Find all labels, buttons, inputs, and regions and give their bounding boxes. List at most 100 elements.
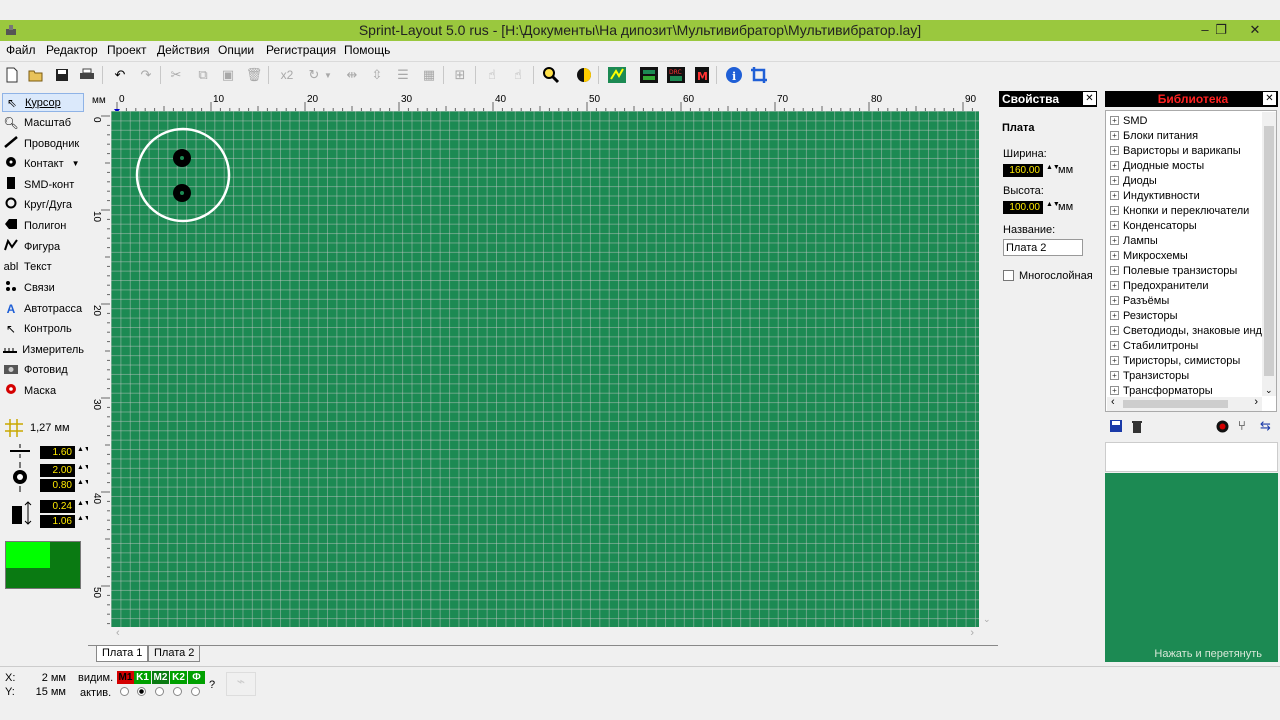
expand-icon[interactable]: + xyxy=(1110,176,1119,185)
expand-icon[interactable]: + xyxy=(1110,206,1119,215)
vertical-scrollbar[interactable]: ⌄ xyxy=(980,111,994,627)
library-item[interactable]: + Предохранители xyxy=(1110,278,1209,293)
lock-icon[interactable]: ☝ xyxy=(482,65,502,85)
library-search[interactable] xyxy=(1105,442,1278,472)
refresh-icon[interactable]: ⇆ xyxy=(1260,418,1271,434)
open-icon[interactable] xyxy=(26,65,46,85)
layer-visible-toggle[interactable]: M1 xyxy=(117,671,134,684)
save-icon[interactable] xyxy=(52,65,72,85)
tool-zoom[interactable]: 🔍︎ Масштаб xyxy=(2,113,84,132)
tab-board-1[interactable]: Плата 1 xyxy=(96,646,149,662)
macro-icon[interactable]: M xyxy=(692,65,712,85)
library-item[interactable]: + Диоды xyxy=(1110,173,1157,188)
chevron-down-icon[interactable]: ▼ xyxy=(72,159,80,168)
expand-icon[interactable]: + xyxy=(1110,251,1119,260)
cut-icon[interactable]: ✂ xyxy=(166,65,186,85)
expand-icon[interactable]: + xyxy=(1110,341,1119,350)
scroll-down-icon[interactable]: ⌄ xyxy=(1265,385,1273,396)
restore-button[interactable]: ❐ xyxy=(1206,20,1236,40)
unlock-icon[interactable]: ☝ xyxy=(508,65,528,85)
component-icon[interactable]: ⑂ xyxy=(1238,418,1246,433)
library-item[interactable]: + Тиристоры, симисторы xyxy=(1110,353,1240,368)
chevron-down-icon[interactable]: ▼ xyxy=(322,65,334,85)
horizontal-scrollbar[interactable]: ‹ › xyxy=(111,627,979,641)
grid-icon[interactable]: ▦ xyxy=(419,65,439,85)
menu-options[interactable]: Опции xyxy=(218,43,254,57)
expand-icon[interactable]: + xyxy=(1110,131,1119,140)
library-item[interactable]: + Конденсаторы xyxy=(1110,218,1197,233)
library-item[interactable]: + Блоки питания xyxy=(1110,128,1198,143)
expand-icon[interactable]: + xyxy=(1110,296,1119,305)
paste-icon[interactable]: ▣ xyxy=(218,65,238,85)
layer-visible-toggle[interactable]: Ф xyxy=(188,671,205,684)
expand-icon[interactable]: + xyxy=(1110,356,1119,365)
print-icon[interactable] xyxy=(77,65,97,85)
expand-icon[interactable]: + xyxy=(1110,161,1119,170)
expand-icon[interactable]: + xyxy=(1110,266,1119,275)
redo-icon[interactable]: ↷ xyxy=(136,65,156,85)
drc-icon[interactable] xyxy=(607,65,627,85)
height-field[interactable]: 100.00 xyxy=(1003,201,1043,214)
library-item[interactable]: + Диодные мосты xyxy=(1110,158,1204,173)
expand-icon[interactable]: + xyxy=(1110,371,1119,380)
layer-active-radio[interactable] xyxy=(120,687,129,696)
pcb-board[interactable] xyxy=(111,111,979,627)
pad-inner-field[interactable]: 0.80 xyxy=(40,479,75,492)
expand-icon[interactable]: + xyxy=(1110,116,1119,125)
align-icon[interactable]: ☰ xyxy=(393,65,413,85)
scroll-left-icon[interactable]: ‹ xyxy=(1111,396,1115,408)
menu-register[interactable]: Регистрация xyxy=(266,43,336,57)
expand-icon[interactable]: + xyxy=(1110,191,1119,200)
layer-active-radio[interactable] xyxy=(173,687,182,696)
tool-track[interactable]: Проводник xyxy=(2,134,84,153)
help-button[interactable]: ? xyxy=(209,679,215,691)
tool-photoview[interactable]: Фотовид xyxy=(2,360,84,379)
new-icon[interactable] xyxy=(2,65,22,85)
grid-icon[interactable] xyxy=(5,419,23,440)
undo-icon[interactable]: ↶ xyxy=(110,65,130,85)
layer-color-preview[interactable] xyxy=(5,541,81,589)
tool-test[interactable]: ↖ Контроль xyxy=(2,319,84,338)
library-item[interactable]: + Индуктивности xyxy=(1110,188,1200,203)
expand-icon[interactable]: + xyxy=(1110,281,1119,290)
copy-icon[interactable]: ⧉ xyxy=(193,65,213,85)
menu-actions[interactable]: Действия xyxy=(157,43,210,57)
expand-icon[interactable]: + xyxy=(1110,311,1119,320)
trash-icon[interactable] xyxy=(1130,419,1144,436)
tool-pad[interactable]: Контакт ▼ xyxy=(2,154,84,173)
multilayer-checkbox[interactable] xyxy=(1003,270,1014,281)
layer-visible-toggle[interactable]: M2 xyxy=(152,671,169,684)
mirror-v-icon[interactable]: ⇳ xyxy=(367,65,387,85)
smd-width-field[interactable]: 0.24 xyxy=(40,500,75,513)
library-item[interactable]: + Резисторы xyxy=(1110,308,1177,323)
tool-polygon[interactable]: Полигон xyxy=(2,216,84,235)
menu-project[interactable]: Проект xyxy=(107,43,147,57)
tool-mask[interactable]: Маска xyxy=(2,381,84,400)
library-preview[interactable]: Нажать и перетянуть xyxy=(1105,473,1278,662)
tool-autoroute[interactable]: A Автотрасса xyxy=(2,299,84,318)
layer-active-radio[interactable] xyxy=(155,687,164,696)
pcb-icon[interactable]: DRC xyxy=(666,65,686,85)
library-item[interactable]: + Полевые транзисторы xyxy=(1110,263,1237,278)
unroute-icon[interactable]: ⌁ xyxy=(226,672,256,696)
expand-icon[interactable]: + xyxy=(1110,386,1119,395)
width-field[interactable]: 160.00 xyxy=(1003,164,1043,177)
library-item[interactable]: + SMD xyxy=(1110,113,1147,128)
library-item[interactable]: + Стабилитроны xyxy=(1110,338,1198,353)
layer-active-radio[interactable] xyxy=(137,687,146,696)
layer-active-radio[interactable] xyxy=(191,687,200,696)
library-item[interactable]: + Трансформаторы xyxy=(1110,383,1213,398)
library-item[interactable]: + Транзисторы xyxy=(1110,368,1189,383)
x2-icon[interactable]: x2 xyxy=(277,65,297,85)
menu-file[interactable]: Файл xyxy=(6,43,36,57)
tool-connections[interactable]: Связи xyxy=(2,278,84,297)
expand-icon[interactable]: + xyxy=(1110,236,1119,245)
delete-icon[interactable]: 🗑 xyxy=(244,65,264,85)
track-width-field[interactable]: 1.60 xyxy=(40,446,75,459)
layer-visible-toggle[interactable]: K2 xyxy=(170,671,187,684)
name-field[interactable]: Плата 2 xyxy=(1003,239,1083,256)
save-icon[interactable] xyxy=(1109,419,1123,436)
smd-height-field[interactable]: 1.06 xyxy=(40,515,75,528)
library-hscroll[interactable]: ‹ › xyxy=(1107,396,1262,411)
close-button[interactable]: ✕ xyxy=(1240,20,1270,40)
